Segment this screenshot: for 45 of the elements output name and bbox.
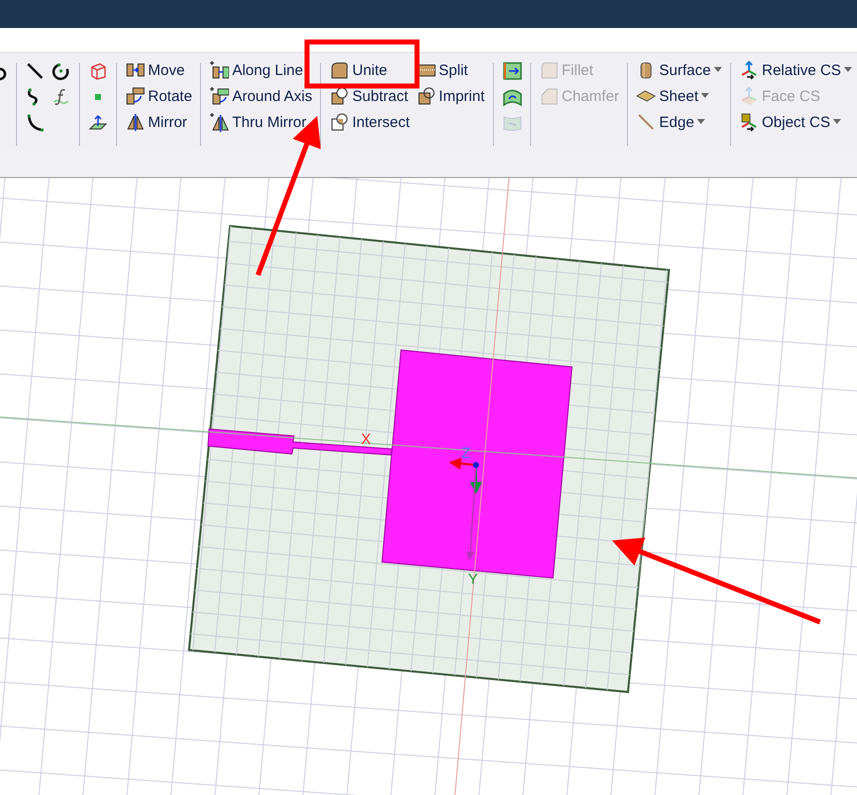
sweep-icon[interactable] bbox=[502, 61, 522, 81]
imprint-icon bbox=[416, 86, 436, 106]
toolbar-button[interactable]: Surface bbox=[636, 59, 722, 81]
object-coordinate-system-icon bbox=[738, 112, 759, 132]
toolbar-button[interactable]: Edge bbox=[636, 111, 722, 133]
toolbar-button[interactable]: Intersect bbox=[329, 111, 410, 133]
mirror-icon bbox=[125, 112, 145, 132]
unite-icon bbox=[329, 60, 350, 80]
coordinate-system-icon bbox=[738, 60, 759, 80]
duplicate-mirror-icon bbox=[209, 112, 230, 132]
axis-label: Z bbox=[461, 445, 471, 462]
toolbar-button[interactable]: Mirror bbox=[125, 111, 192, 133]
toolbar-button[interactable]: Split bbox=[416, 59, 485, 81]
arc-icon[interactable] bbox=[51, 61, 71, 81]
toolbar-button[interactable]: Along Line bbox=[209, 59, 312, 81]
toolbar-button[interactable]: Move bbox=[125, 59, 192, 81]
rotate-icon bbox=[125, 86, 145, 106]
face-coordinate-system-icon bbox=[738, 86, 759, 106]
toolbar-button[interactable]: Rotate bbox=[125, 85, 192, 107]
dropdown-caret-icon bbox=[697, 119, 706, 125]
toolbar-button[interactable]: Object CS bbox=[738, 111, 852, 133]
edge-icon bbox=[636, 112, 656, 132]
function-curve-icon[interactable] bbox=[51, 87, 71, 107]
toolbar-button[interactable]: Sheet bbox=[636, 85, 722, 107]
toolbar-button[interactable]: Relative CS bbox=[738, 59, 852, 81]
duplicate-around-axis-icon bbox=[209, 86, 230, 106]
toolbar-button[interactable]: Around Axis bbox=[209, 85, 312, 107]
dropdown-caret-icon bbox=[833, 119, 842, 125]
arc-icon[interactable] bbox=[25, 113, 45, 133]
toolbar-button[interactable]: Thru Mirror bbox=[209, 111, 312, 133]
fillet-icon bbox=[538, 60, 559, 80]
toolbar-button[interactable]: Imprint bbox=[416, 85, 485, 107]
toolbar-button[interactable]: Unite bbox=[329, 59, 410, 81]
dropdown-caret-icon bbox=[844, 67, 852, 73]
toolbar-button[interactable]: Subtract bbox=[329, 85, 410, 107]
intersect-icon bbox=[329, 112, 350, 132]
axis-label: Y bbox=[468, 571, 478, 588]
sweep-around-axis-icon[interactable] bbox=[502, 87, 522, 107]
chamfer-icon bbox=[538, 86, 559, 106]
axis-label: X bbox=[361, 431, 371, 448]
line-icon[interactable] bbox=[25, 61, 45, 81]
dropdown-caret-icon bbox=[714, 67, 722, 73]
subtract-icon bbox=[329, 86, 350, 106]
duplicate-along-line-icon bbox=[209, 60, 230, 80]
dropdown-caret-icon bbox=[701, 93, 710, 99]
